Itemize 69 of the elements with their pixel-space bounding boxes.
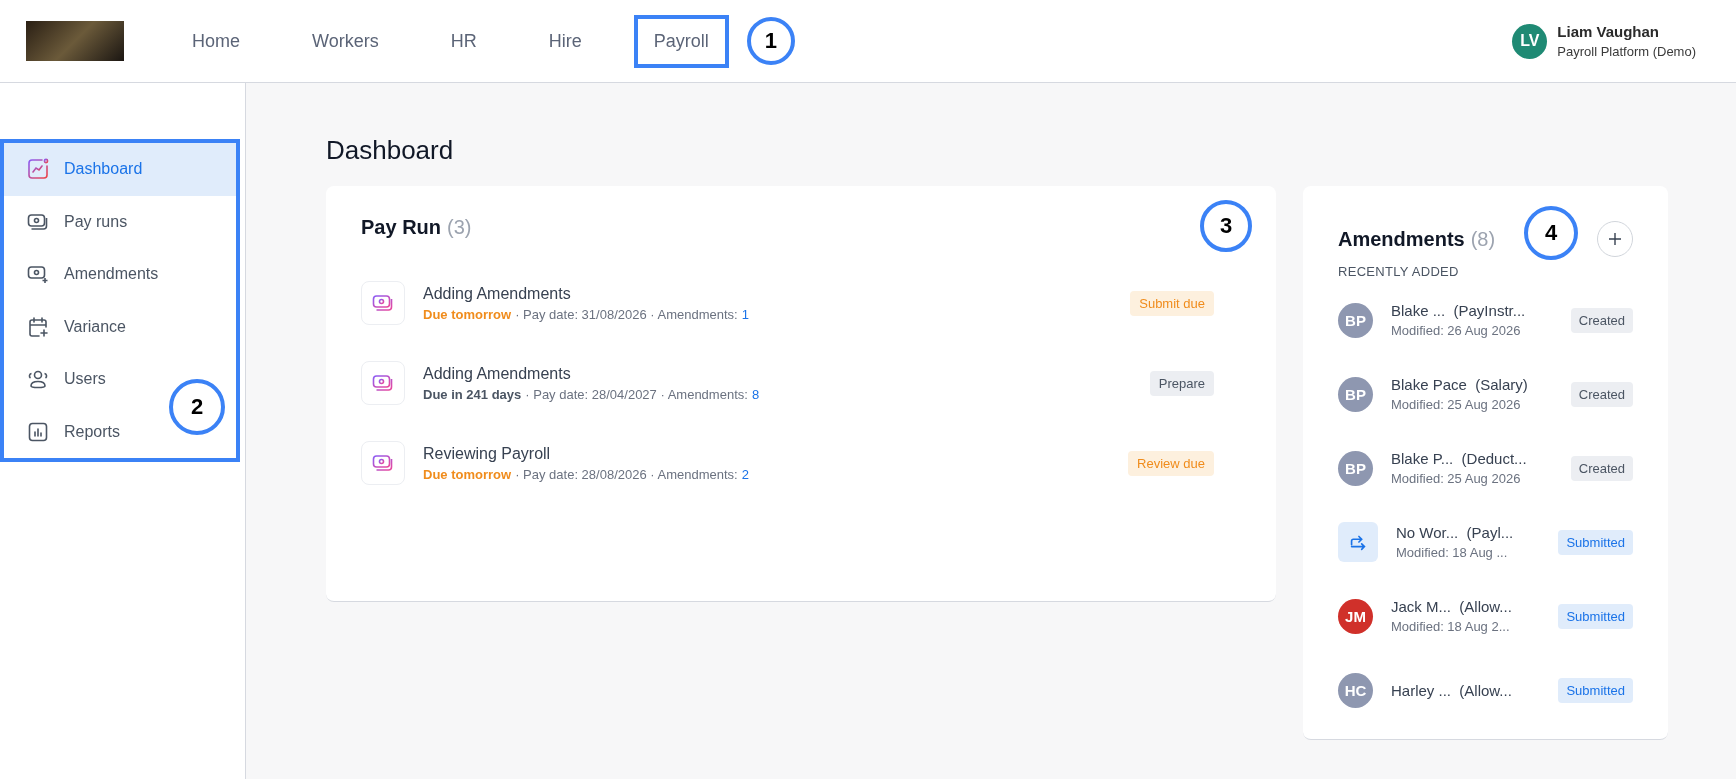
section-label: RECENTLY ADDED xyxy=(1338,264,1460,279)
nav-link[interactable]: Home xyxy=(172,14,260,68)
amendment-title[interactable]: No Wor... (Payl... xyxy=(1396,524,1541,541)
status-badge: Created xyxy=(1570,307,1633,333)
callout-number: 3 xyxy=(1200,200,1252,252)
pay-run-link[interactable]: Adding Amendments xyxy=(423,284,1113,303)
sidebar-item[interactable]: Reports xyxy=(4,405,129,458)
amendment-title[interactable]: Harley ... (Allow... xyxy=(1391,681,1541,699)
status-badge: Prepare xyxy=(1149,370,1214,396)
amendment-title[interactable]: Blake Pace (Salary) xyxy=(1391,376,1553,393)
modified-date: Modified: 26 Aug 2026 xyxy=(1391,323,1522,338)
due-text: Due in 241 days xyxy=(423,386,522,402)
plus-icon xyxy=(1607,231,1623,247)
sidebar-item[interactable]: Amendments xyxy=(4,248,167,301)
amendments-count-link[interactable]: 2 xyxy=(741,466,749,482)
transfer-icon xyxy=(1338,522,1378,562)
amendment-title[interactable]: Blake ... (PayInstr... xyxy=(1391,302,1553,319)
sidebar-item[interactable]: Dashboard xyxy=(4,143,236,196)
sidebar-item[interactable]: Users xyxy=(4,353,114,406)
avatar: HC xyxy=(1338,672,1373,708)
pay-run-link[interactable]: Adding Amendments xyxy=(423,364,1132,383)
pay-date-text: · Pay date: 28/04/2027 · Amendments: xyxy=(525,386,748,402)
avatar: JM xyxy=(1338,598,1373,634)
card-title: Pay Run xyxy=(361,216,442,239)
callout-number: 2 xyxy=(169,379,225,435)
avatar: BP xyxy=(1338,376,1373,412)
item-count: (8) xyxy=(1470,227,1496,251)
sidebar-item[interactable]: Pay runs xyxy=(4,195,136,248)
amendments-count-link[interactable]: 8 xyxy=(751,386,760,402)
modified-date: Modified: 18 Aug 2... xyxy=(1391,619,1511,634)
item-count: (3) xyxy=(447,216,472,239)
callout-number: 4 xyxy=(1524,206,1578,260)
pay-date-text: · Pay date: 31/08/2026 · Amendments: xyxy=(515,306,738,322)
amendments-count-link[interactable]: 1 xyxy=(741,306,749,322)
due-text: Due tomorrow xyxy=(423,306,512,322)
pay-run-link[interactable]: Reviewing Payroll xyxy=(423,444,1111,463)
calendar-plus-icon xyxy=(26,314,50,339)
nav-link[interactable]: Workers xyxy=(292,14,399,68)
page-title: Dashboard xyxy=(326,135,455,166)
status-badge: Submitted xyxy=(1558,529,1633,555)
avatar: BP xyxy=(1338,302,1373,338)
status-badge: Submitted xyxy=(1558,603,1633,629)
modified-date: Modified: 18 Aug ... xyxy=(1396,545,1509,560)
nav-link[interactable]: Hire xyxy=(528,14,602,68)
modified-date: Modified: 25 Aug 2026 xyxy=(1391,397,1522,412)
pay-date-text: · Pay date: 28/08/2026 · Amendments: xyxy=(515,466,738,482)
status-badge: Created xyxy=(1570,455,1633,481)
avatar: BP xyxy=(1338,450,1373,486)
organisation-name: Payroll Platform (Demo) xyxy=(1557,44,1696,59)
banknotes-icon xyxy=(361,281,405,325)
chart-icon xyxy=(26,157,50,182)
add-button[interactable] xyxy=(1597,221,1633,257)
card-title: Amendments xyxy=(1338,227,1465,251)
callout-number: 1 xyxy=(746,17,795,65)
sidebar-item[interactable]: Variance xyxy=(4,300,134,353)
amendment-title[interactable]: Blake P... (Deduct... xyxy=(1391,450,1553,467)
user-avatar[interactable]: LV xyxy=(1512,23,1548,59)
nav-link[interactable]: HR xyxy=(430,14,497,68)
status-badge: Submitted xyxy=(1558,677,1633,703)
amendment-title[interactable]: Jack M... (Allow... xyxy=(1391,598,1541,615)
nav-link[interactable]: Payroll xyxy=(633,14,729,68)
banknotes-icon xyxy=(361,441,405,485)
user-name: Liam Vaughan xyxy=(1557,23,1660,40)
status-badge: Submit due xyxy=(1130,290,1214,316)
status-badge: Created xyxy=(1570,381,1633,407)
status-badge: Review due xyxy=(1128,450,1214,476)
modified-date: Modified: 25 Aug 2026 xyxy=(1391,471,1522,486)
due-text: Due tomorrow xyxy=(423,466,512,482)
banknotes-icon xyxy=(361,361,405,405)
